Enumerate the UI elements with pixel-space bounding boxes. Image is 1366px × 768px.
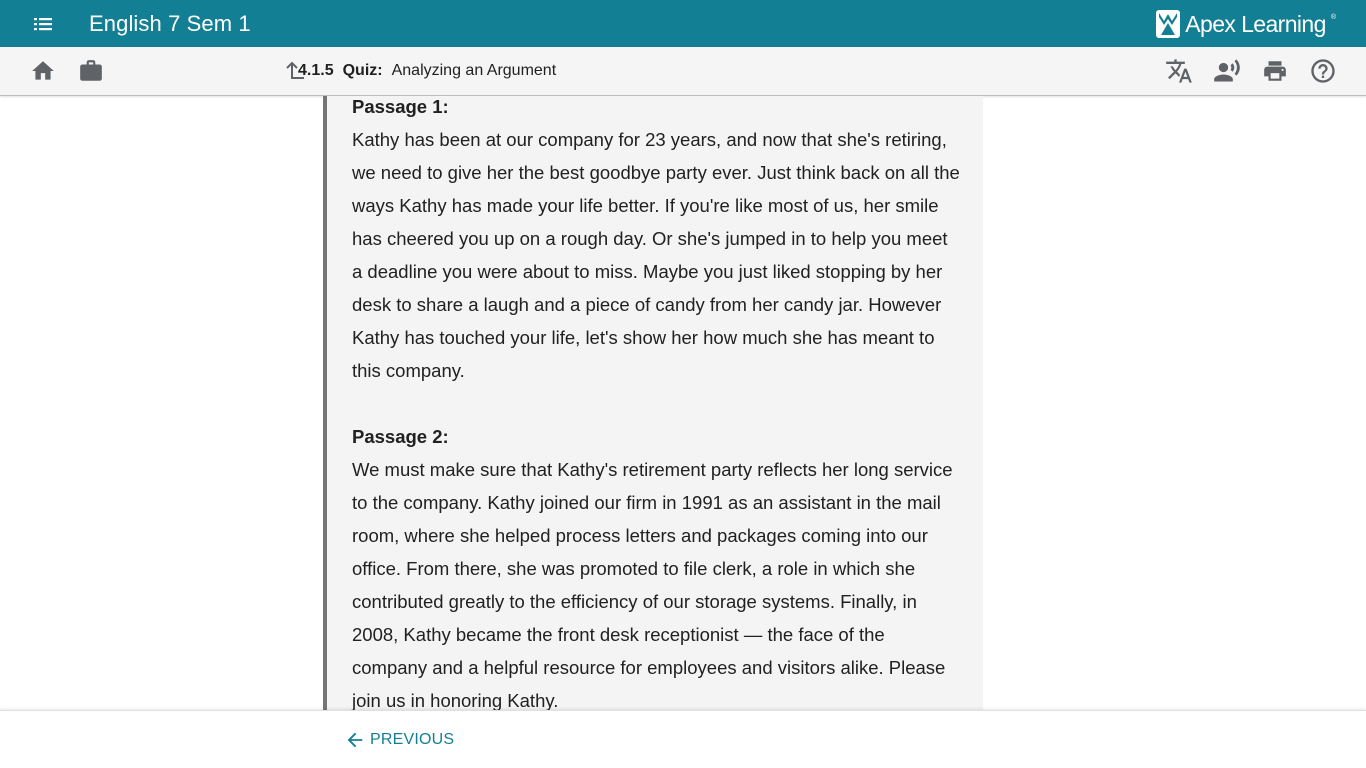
text-to-speech-button[interactable] [1203, 47, 1251, 95]
text-to-speech-icon [1214, 59, 1240, 82]
previous-label: PREVIOUS [370, 731, 455, 748]
home-icon [32, 61, 54, 80]
passage-text: Kathy has been at our company for 23 yea… [352, 129, 960, 381]
help-button[interactable] [1299, 47, 1347, 95]
course-title: English 7 Sem 1 [89, 10, 251, 36]
print-button[interactable] [1251, 47, 1299, 95]
menu-icon [34, 17, 52, 30]
activity-name: Analyzing an Argument [391, 62, 557, 79]
brand-trademark: ® [1330, 13, 1336, 21]
help-icon [1311, 59, 1335, 83]
brand-name: Apex Learning [1185, 10, 1326, 37]
passage-heading: Passage 1: [352, 96, 449, 117]
passage-heading: Passage 2: [352, 426, 449, 447]
passage-text: We must make sure that Kathy's retiremen… [352, 459, 953, 710]
previous-button[interactable]: PREVIOUS [344, 726, 454, 754]
passage-2: Passage 2: We must make sure that Kathy'… [352, 420, 962, 710]
navigation-footer: PREVIOUS [0, 710, 1366, 768]
passage-1: Passage 1: Kathy has been at our company… [352, 96, 962, 387]
menu-button[interactable] [0, 0, 86, 47]
activity-number: 4.1.5 [298, 62, 334, 79]
briefcase-icon [80, 60, 102, 81]
app-bar: English 7 Sem 1 Apex Learning ® [0, 0, 1366, 47]
apex-learning-logo: Apex Learning ® [1155, 8, 1336, 40]
activity-title: 4.1.5 Quiz: Analyzing an Argument [282, 47, 556, 95]
apex-logo-icon [1156, 10, 1181, 38]
activity-type: Quiz: [342, 62, 383, 79]
passage-panel: Passage 1: Kathy has been at our company… [323, 96, 983, 710]
arrow-left-icon [347, 732, 363, 748]
home-button[interactable] [19, 47, 67, 95]
print-icon [1264, 61, 1286, 81]
translate-button[interactable] [1155, 47, 1203, 95]
briefcase-button[interactable] [67, 47, 115, 95]
translate-icon [1166, 59, 1192, 83]
activity-toolbar: 4.1.5 Quiz: Analyzing an Argument [0, 47, 1366, 96]
